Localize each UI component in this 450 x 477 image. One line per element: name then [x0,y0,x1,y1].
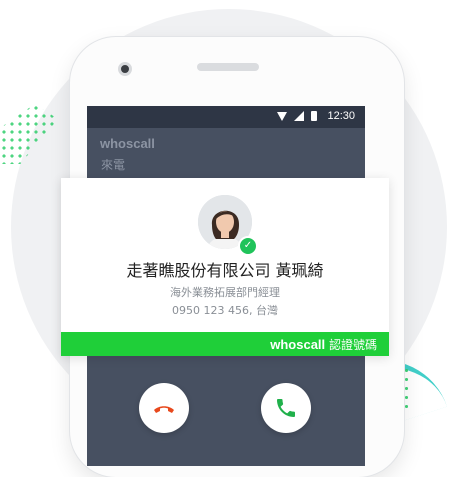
decline-call-button[interactable] [139,383,189,433]
caller-phone-location: 0950 123 456, 台灣 [172,304,278,317]
phone-speaker [197,63,259,71]
verify-label: 認證號碼 [328,338,377,352]
status-time: 12:30 [327,110,355,122]
phone-icon [277,399,295,417]
front-camera [118,62,132,76]
verified-number-bar: whoscall 認證號碼 [61,332,389,356]
verify-brand: whoscall [270,337,326,352]
battery-icon [311,111,318,121]
hang-up-icon [154,406,174,413]
caller-name: 走著瞧股份有限公司 黃珮綺 [126,261,324,280]
accept-call-button[interactable] [261,383,311,433]
caller-job-title: 海外業務拓展部門經理 [170,286,280,299]
background-app-brand: whoscall [100,136,155,151]
verified-badge: ✓ [238,236,258,256]
wifi-icon [277,111,288,121]
checkmark-icon: ✓ [243,240,253,251]
incoming-call-label: 來電 [101,158,126,172]
signal-icon [294,111,305,121]
status-bar: 12:30 [87,106,365,128]
